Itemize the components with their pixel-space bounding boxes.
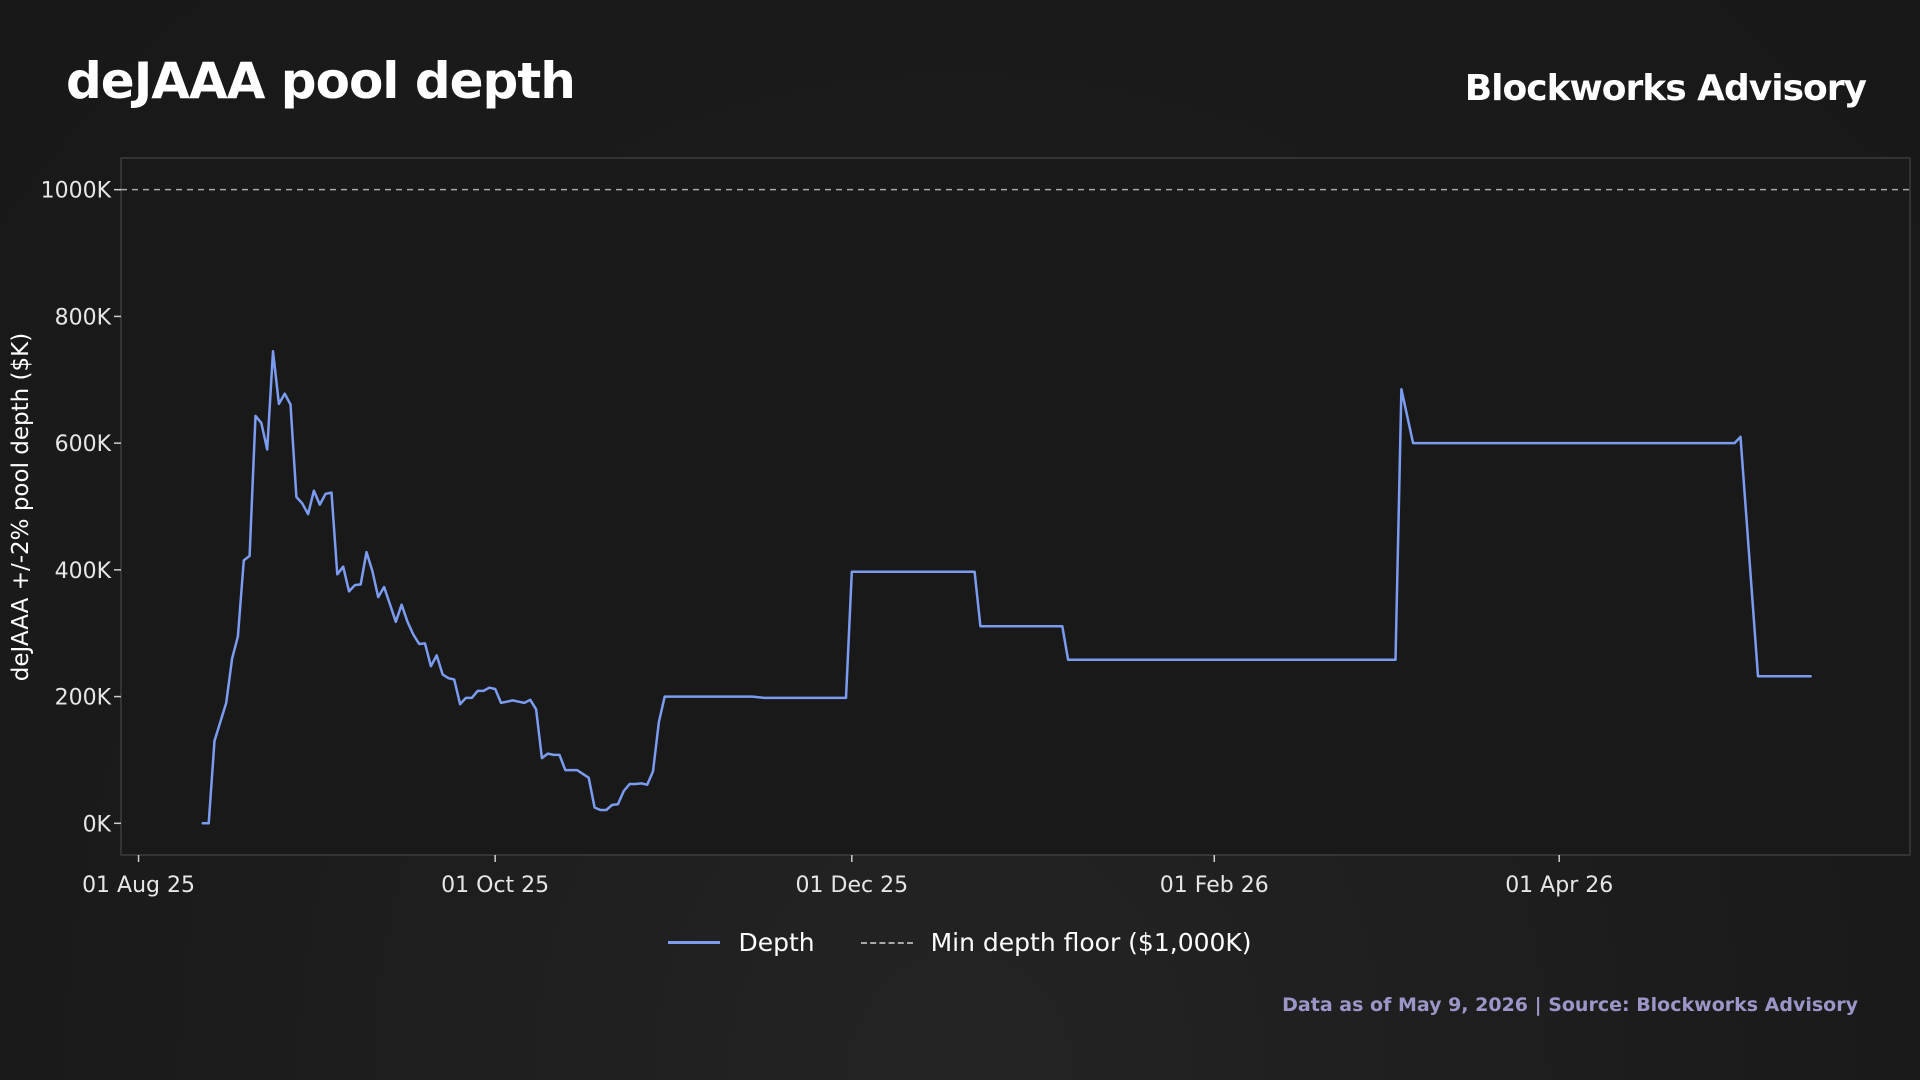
- y-tick-label: 600K: [55, 432, 112, 457]
- source-footnote: Data as of May 9, 2026 | Source: Blockwo…: [1282, 994, 1858, 1016]
- y-axis-title: deJAAA +/-2% pool depth ($K): [8, 333, 34, 681]
- y-axis: 0K 200K 400K 600K 800K 1000K: [41, 179, 121, 837]
- y-tick-label: 0K: [83, 812, 112, 837]
- legend-swatch-depth: [668, 941, 721, 944]
- legend-label-depth: Depth: [738, 928, 815, 957]
- y-tick-label: 200K: [55, 686, 112, 711]
- x-tick-label: 01 Dec 25: [796, 873, 909, 898]
- legend-item-floor: Min depth floor ($1,000K): [860, 928, 1252, 957]
- y-tick-label: 800K: [55, 305, 112, 330]
- x-tick-label: 01 Apr 26: [1505, 873, 1613, 898]
- x-tick-label: 01 Oct 25: [441, 873, 549, 898]
- legend-label-floor: Min depth floor ($1,000K): [930, 928, 1252, 957]
- legend: Depth Min depth floor ($1,000K): [0, 928, 1920, 957]
- x-axis: 01 Aug 25 01 Oct 25 01 Dec 25 01 Feb 26 01 A…: [82, 855, 1613, 898]
- y-tick-label: 400K: [55, 559, 112, 584]
- y-tick-label: 1000K: [41, 179, 112, 204]
- chart: 0K 200K 400K 600K 800K 1000K 01 Aug 25 01 Oct …: [8, 157, 1911, 898]
- legend-swatch-floor: [860, 941, 913, 944]
- plot-area: [120, 157, 1911, 856]
- x-tick-label: 01 Feb 26: [1160, 873, 1269, 898]
- legend-item-depth: Depth: [668, 928, 815, 957]
- x-tick-label: 01 Aug 25: [82, 873, 195, 898]
